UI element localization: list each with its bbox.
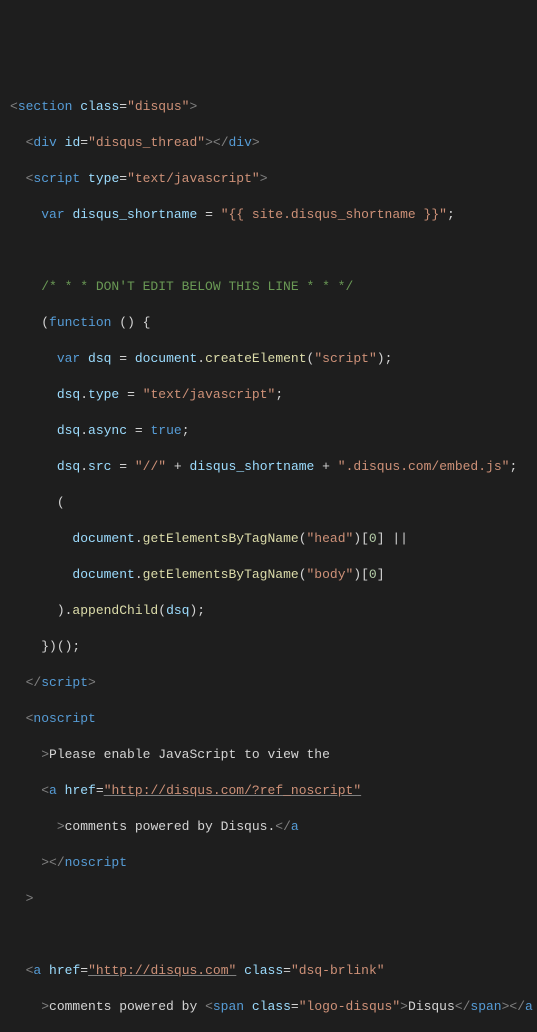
code-line: <script type="text/javascript"> <box>10 170 527 188</box>
code-line: dsq.async = true; <box>10 422 527 440</box>
code-line <box>10 926 527 944</box>
code-line <box>10 242 527 260</box>
code-line: dsq.src = "//" + disqus_shortname + ".di… <box>10 458 527 476</box>
code-line: ></noscript <box>10 854 527 872</box>
code-line: document.getElementsByTagName("head")[0]… <box>10 530 527 548</box>
code-line: /* * * DON'T EDIT BELOW THIS LINE * * */ <box>10 278 527 296</box>
code-line: (function () { <box>10 314 527 332</box>
code-line: dsq.type = "text/javascript"; <box>10 386 527 404</box>
code-line: ).appendChild(dsq); <box>10 602 527 620</box>
code-line: <div id="disqus_thread"></div> <box>10 134 527 152</box>
code-line: >comments powered by Disqus.</a <box>10 818 527 836</box>
code-line: var dsq = document.createElement("script… <box>10 350 527 368</box>
code-line: ( <box>10 494 527 512</box>
code-line: })(); <box>10 638 527 656</box>
code-line: >Please enable JavaScript to view the <box>10 746 527 764</box>
code-line: <noscript <box>10 710 527 728</box>
code-line: <a href="http://disqus.com/?ref_noscript… <box>10 782 527 800</box>
code-line: </script> <box>10 674 527 692</box>
code-line: document.getElementsByTagName("body")[0] <box>10 566 527 584</box>
code-line: <a href="http://disqus.com" class="dsq-b… <box>10 962 527 980</box>
code-editor[interactable]: <section class="disqus"> <div id="disqus… <box>10 80 527 1032</box>
code-line: var disqus_shortname = "{{ site.disqus_s… <box>10 206 527 224</box>
code-line: <section class="disqus"> <box>10 98 527 116</box>
code-line: >comments powered by <span class="logo-d… <box>10 998 527 1016</box>
code-line: > <box>10 890 527 908</box>
